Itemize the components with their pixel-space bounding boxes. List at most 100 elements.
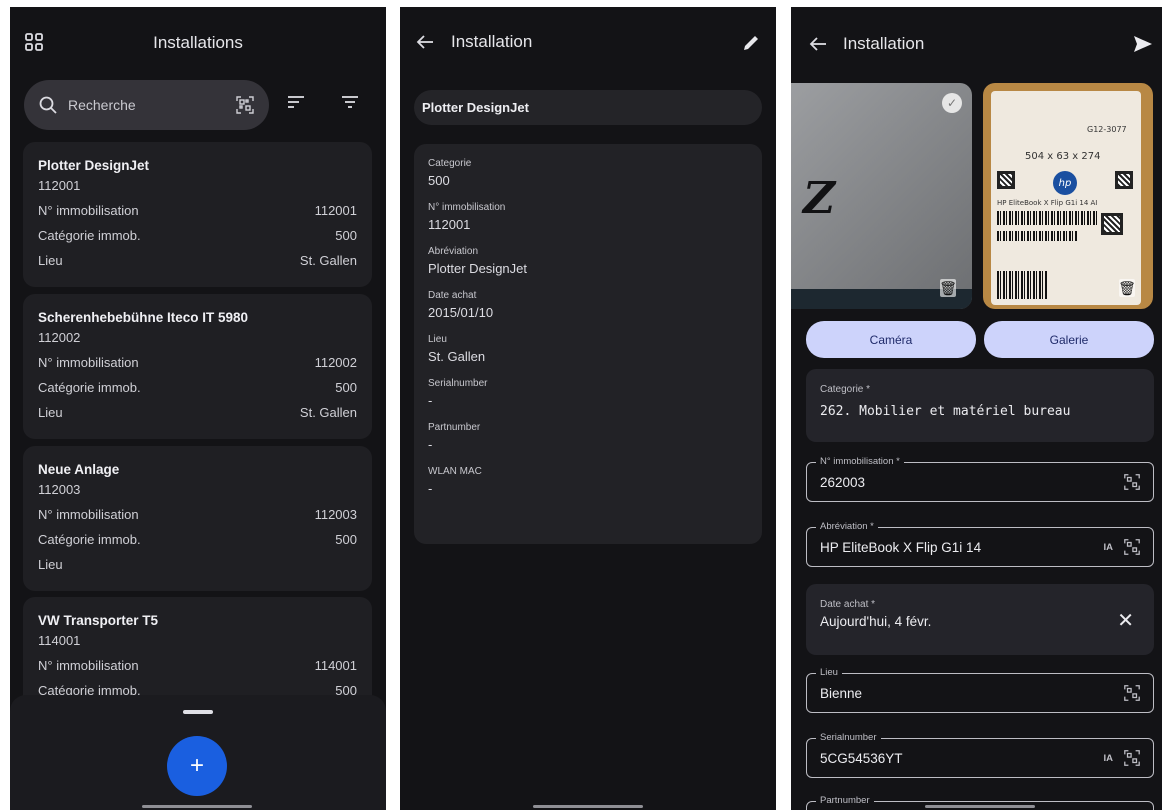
qr-scan-icon[interactable] [1123, 684, 1141, 702]
gallery-button[interactable]: Galerie [984, 321, 1154, 358]
card-row: Lieu St. Gallen [38, 253, 357, 268]
lieu-field[interactable]: Lieu Bienne [806, 667, 1154, 713]
field-value[interactable]: Bienne [820, 686, 1123, 701]
detail-field: WLAN MAC - [428, 466, 748, 496]
back-arrow-icon[interactable] [809, 36, 827, 52]
field-label: Partnumber [428, 422, 481, 433]
details-card: Categorie 500 N° immobilisation 112001 Abr… [414, 144, 762, 544]
row-label: N° immobilisation [38, 203, 139, 218]
card-row: N° immobilisation 112002 [38, 355, 357, 370]
gesture-bar[interactable] [142, 805, 252, 808]
installations-list-screen: Installations Recherche Plotter DesignJe… [10, 7, 386, 810]
row-value: St. Gallen [299, 253, 357, 268]
qr-scan-icon[interactable] [1123, 538, 1141, 556]
row-label: Lieu [38, 253, 63, 268]
page-title: Installation [451, 32, 533, 51]
installation-card[interactable]: Scherenhebebühne Iteco IT 5980 112002 N°… [23, 294, 372, 439]
field-value[interactable]: HP EliteBook X Flip G1i 14 [820, 540, 1104, 555]
product-label-photo: G12-3077 504 x 63 x 274 hp HP EliteBook … [991, 91, 1141, 305]
detail-field: N° immobilisation 112001 [428, 202, 748, 232]
field-value: 2015/01/10 [428, 305, 494, 320]
label-qr-right [1115, 171, 1133, 189]
detail-field: Partnumber - [428, 422, 748, 452]
page-title: Installation [843, 34, 925, 53]
label-barcode [997, 211, 1097, 225]
field-label: Serialnumber [816, 732, 881, 743]
drag-handle[interactable] [183, 710, 213, 714]
serialnumber-field[interactable]: Serialnumber 5CG54536YT IA [806, 732, 1154, 778]
field-value: Plotter DesignJet [428, 261, 527, 276]
field-value: - [428, 481, 433, 496]
edit-pencil-icon[interactable] [742, 34, 760, 52]
detail-field: Date achat 2015/01/10 [428, 290, 748, 320]
clear-date-icon[interactable]: ✕ [1117, 608, 1134, 633]
qr-scan-icon[interactable] [235, 95, 255, 115]
field-value: 262. Mobilier et matériel bureau [820, 404, 1071, 419]
photo-thumbnail[interactable]: G12-3077 504 x 63 x 274 hp HP EliteBook … [983, 83, 1153, 309]
filter-icon[interactable] [341, 95, 359, 109]
row-label: Lieu [38, 405, 63, 420]
date-achat-field[interactable]: Date achat * Aujourd'hui, 4 févr. ✕ [806, 584, 1154, 655]
immobilisation-field[interactable]: N° immobilisation * 262003 [806, 456, 1154, 502]
installation-card[interactable]: Neue Anlage 112003 N° immobilisation 1120… [23, 446, 372, 591]
card-title: Neue Anlage [38, 462, 120, 477]
delete-photo-icon[interactable]: 🗑 [939, 279, 957, 297]
card-row: N° immobilisation 114001 [38, 658, 357, 673]
field-label: Date achat * [820, 599, 876, 610]
field-label: Categorie [428, 158, 472, 169]
card-row: N° immobilisation 112003 [38, 507, 357, 522]
abreviation-field[interactable]: Abréviation * HP EliteBook X Flip G1i 14… [806, 521, 1154, 567]
ai-suggest-button[interactable]: IA [1104, 753, 1114, 764]
field-label: Lieu [428, 334, 447, 345]
search-bar[interactable]: Recherche [24, 80, 269, 130]
page-title: Installations [153, 33, 243, 52]
label-qr [1101, 213, 1123, 235]
card-row: Catégorie immob. 500 [38, 228, 357, 243]
categorie-field[interactable]: Categorie * 262. Mobilier et matériel bu… [806, 369, 1154, 442]
ai-suggest-button[interactable]: IA [1104, 542, 1114, 553]
add-installation-button[interactable]: + [167, 736, 227, 796]
search-input[interactable]: Recherche [68, 97, 235, 113]
field-label: Lieu [816, 667, 842, 678]
field-label: Abréviation * [816, 521, 878, 532]
camera-button[interactable]: Caméra [806, 321, 976, 358]
photo-thumbnail[interactable]: Z ✓ 🗑 [791, 83, 972, 309]
installation-name: Plotter DesignJet [414, 90, 762, 125]
detail-field: Serialnumber - [428, 378, 748, 408]
sort-icon[interactable] [287, 95, 305, 109]
field-value: 500 [428, 173, 450, 188]
card-id: 112002 [38, 330, 81, 345]
row-label: Catégorie immob. [38, 380, 141, 395]
card-row: N° immobilisation 112001 [38, 203, 357, 218]
row-value: 112003 [314, 507, 357, 522]
row-label: N° immobilisation [38, 507, 139, 522]
selected-check-icon[interactable]: ✓ [942, 93, 962, 113]
field-label: N° immobilisation [428, 202, 506, 213]
card-title: Plotter DesignJet [38, 158, 150, 173]
bottom-sheet[interactable]: + [10, 695, 386, 810]
delete-photo-icon[interactable]: 🗑 [1118, 279, 1136, 297]
gesture-bar[interactable] [925, 805, 1035, 808]
label-dims: 504 x 63 x 274 [1025, 151, 1101, 162]
field-label: Date achat [428, 290, 477, 301]
card-id: 112001 [38, 178, 81, 193]
gesture-bar[interactable] [533, 805, 643, 808]
card-id: 112003 [38, 482, 81, 497]
row-value: 112001 [314, 203, 357, 218]
back-arrow-icon[interactable] [416, 34, 434, 50]
installation-detail-screen: Installation Plotter DesignJet Categorie… [400, 7, 776, 810]
installation-card[interactable]: Plotter DesignJet 112001 N° immobilisati… [23, 142, 372, 287]
row-value: 500 [335, 532, 357, 547]
send-icon[interactable] [1133, 35, 1153, 53]
qr-scan-icon[interactable] [1123, 473, 1141, 491]
field-label: Partnumber [816, 795, 874, 806]
field-value[interactable]: 262003 [820, 475, 1123, 490]
detail-field: Abréviation Plotter DesignJet [428, 246, 748, 276]
field-value: - [428, 437, 433, 452]
qr-scan-icon[interactable] [1123, 749, 1141, 767]
label-code: G12-3077 [1087, 125, 1127, 134]
search-icon [38, 95, 58, 115]
row-value: St. Gallen [299, 405, 357, 420]
row-value: 112002 [314, 355, 357, 370]
field-value[interactable]: 5CG54536YT [820, 751, 1104, 766]
